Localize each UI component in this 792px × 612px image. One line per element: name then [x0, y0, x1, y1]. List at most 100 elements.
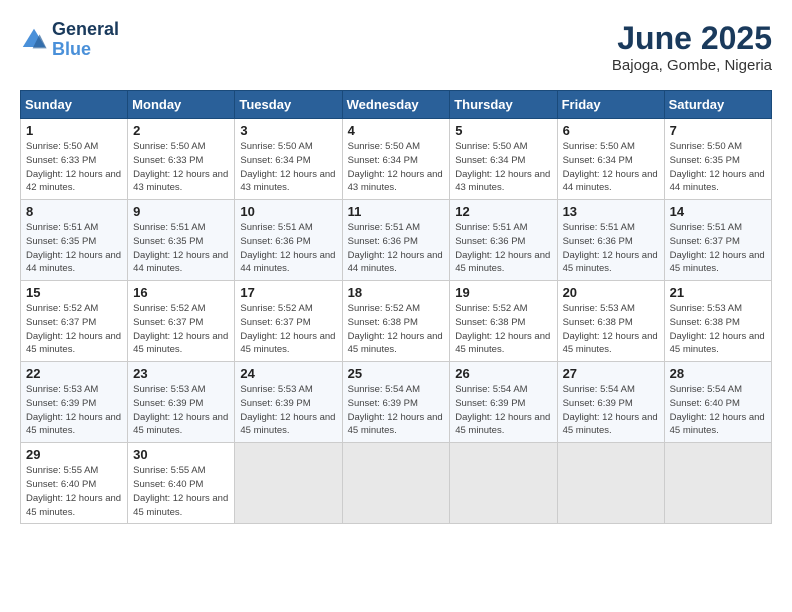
day-info: Sunrise: 5:51 AM Sunset: 6:35 PM Dayligh…: [26, 221, 122, 276]
day-number: 24: [240, 366, 336, 381]
daylight-label: Daylight: 12 hours and 45 minutes.: [133, 412, 228, 437]
sunset-label: Sunset: 6:34 PM: [563, 155, 633, 166]
day-info: Sunrise: 5:55 AM Sunset: 6:40 PM Dayligh…: [133, 464, 229, 519]
daylight-label: Daylight: 12 hours and 45 minutes.: [26, 493, 121, 518]
header-tuesday: Tuesday: [235, 91, 342, 119]
calendar-cell: 5 Sunrise: 5:50 AM Sunset: 6:34 PM Dayli…: [450, 119, 557, 200]
day-info: Sunrise: 5:54 AM Sunset: 6:39 PM Dayligh…: [563, 383, 659, 438]
sunrise-label: Sunrise: 5:50 AM: [455, 141, 527, 152]
sunset-label: Sunset: 6:36 PM: [348, 236, 418, 247]
calendar-cell: 18 Sunrise: 5:52 AM Sunset: 6:38 PM Dayl…: [342, 281, 450, 362]
calendar-cell: [664, 443, 771, 524]
day-info: Sunrise: 5:51 AM Sunset: 6:35 PM Dayligh…: [133, 221, 229, 276]
header-wednesday: Wednesday: [342, 91, 450, 119]
calendar-cell: 29 Sunrise: 5:55 AM Sunset: 6:40 PM Dayl…: [21, 443, 128, 524]
day-number: 20: [563, 285, 659, 300]
calendar-cell: 22 Sunrise: 5:53 AM Sunset: 6:39 PM Dayl…: [21, 362, 128, 443]
sunset-label: Sunset: 6:35 PM: [133, 236, 203, 247]
calendar-cell: 25 Sunrise: 5:54 AM Sunset: 6:39 PM Dayl…: [342, 362, 450, 443]
sunset-label: Sunset: 6:34 PM: [240, 155, 310, 166]
day-number: 12: [455, 204, 551, 219]
calendar-cell: 21 Sunrise: 5:53 AM Sunset: 6:38 PM Dayl…: [664, 281, 771, 362]
sunset-label: Sunset: 6:37 PM: [133, 317, 203, 328]
daylight-label: Daylight: 12 hours and 45 minutes.: [563, 331, 658, 356]
calendar-cell: 17 Sunrise: 5:52 AM Sunset: 6:37 PM Dayl…: [235, 281, 342, 362]
daylight-label: Daylight: 12 hours and 44 minutes.: [670, 169, 765, 194]
sunrise-label: Sunrise: 5:52 AM: [133, 303, 205, 314]
day-number: 23: [133, 366, 229, 381]
day-info: Sunrise: 5:51 AM Sunset: 6:36 PM Dayligh…: [348, 221, 445, 276]
day-number: 4: [348, 123, 445, 138]
calendar-week-row: 1 Sunrise: 5:50 AM Sunset: 6:33 PM Dayli…: [21, 119, 772, 200]
daylight-label: Daylight: 12 hours and 45 minutes.: [26, 331, 121, 356]
logo-text: General Blue: [52, 20, 119, 60]
sunrise-label: Sunrise: 5:50 AM: [240, 141, 312, 152]
day-info: Sunrise: 5:50 AM Sunset: 6:34 PM Dayligh…: [455, 140, 551, 195]
day-info: Sunrise: 5:54 AM Sunset: 6:40 PM Dayligh…: [670, 383, 766, 438]
calendar-cell: [342, 443, 450, 524]
daylight-label: Daylight: 12 hours and 43 minutes.: [455, 169, 550, 194]
daylight-label: Daylight: 12 hours and 45 minutes.: [133, 493, 228, 518]
calendar-cell: 10 Sunrise: 5:51 AM Sunset: 6:36 PM Dayl…: [235, 200, 342, 281]
day-number: 19: [455, 285, 551, 300]
calendar-week-row: 8 Sunrise: 5:51 AM Sunset: 6:35 PM Dayli…: [21, 200, 772, 281]
day-info: Sunrise: 5:51 AM Sunset: 6:36 PM Dayligh…: [240, 221, 336, 276]
day-number: 25: [348, 366, 445, 381]
sunset-label: Sunset: 6:36 PM: [455, 236, 525, 247]
sunset-label: Sunset: 6:34 PM: [348, 155, 418, 166]
daylight-label: Daylight: 12 hours and 43 minutes.: [133, 169, 228, 194]
daylight-label: Daylight: 12 hours and 45 minutes.: [670, 412, 765, 437]
calendar-cell: 7 Sunrise: 5:50 AM Sunset: 6:35 PM Dayli…: [664, 119, 771, 200]
sunrise-label: Sunrise: 5:53 AM: [563, 303, 635, 314]
daylight-label: Daylight: 12 hours and 45 minutes.: [348, 412, 443, 437]
day-number: 29: [26, 447, 122, 462]
sunset-label: Sunset: 6:40 PM: [26, 479, 96, 490]
day-number: 22: [26, 366, 122, 381]
sunrise-label: Sunrise: 5:52 AM: [240, 303, 312, 314]
daylight-label: Daylight: 12 hours and 44 minutes.: [133, 250, 228, 275]
day-number: 14: [670, 204, 766, 219]
sunrise-label: Sunrise: 5:52 AM: [348, 303, 420, 314]
day-info: Sunrise: 5:55 AM Sunset: 6:40 PM Dayligh…: [26, 464, 122, 519]
sunrise-label: Sunrise: 5:50 AM: [563, 141, 635, 152]
sunrise-label: Sunrise: 5:51 AM: [348, 222, 420, 233]
sunrise-label: Sunrise: 5:55 AM: [133, 465, 205, 476]
day-number: 27: [563, 366, 659, 381]
day-number: 13: [563, 204, 659, 219]
daylight-label: Daylight: 12 hours and 43 minutes.: [348, 169, 443, 194]
sunrise-label: Sunrise: 5:55 AM: [26, 465, 98, 476]
sunrise-label: Sunrise: 5:53 AM: [133, 384, 205, 395]
sunset-label: Sunset: 6:40 PM: [133, 479, 203, 490]
calendar-cell: 20 Sunrise: 5:53 AM Sunset: 6:38 PM Dayl…: [557, 281, 664, 362]
logo-icon: [20, 26, 48, 54]
sunrise-label: Sunrise: 5:50 AM: [348, 141, 420, 152]
day-info: Sunrise: 5:54 AM Sunset: 6:39 PM Dayligh…: [455, 383, 551, 438]
sunrise-label: Sunrise: 5:50 AM: [670, 141, 742, 152]
day-info: Sunrise: 5:53 AM Sunset: 6:39 PM Dayligh…: [240, 383, 336, 438]
sunset-label: Sunset: 6:33 PM: [26, 155, 96, 166]
header-monday: Monday: [128, 91, 235, 119]
sunrise-label: Sunrise: 5:52 AM: [455, 303, 527, 314]
sunset-label: Sunset: 6:35 PM: [26, 236, 96, 247]
day-number: 7: [670, 123, 766, 138]
header-friday: Friday: [557, 91, 664, 119]
sunset-label: Sunset: 6:38 PM: [348, 317, 418, 328]
day-info: Sunrise: 5:51 AM Sunset: 6:36 PM Dayligh…: [563, 221, 659, 276]
calendar-cell: 2 Sunrise: 5:50 AM Sunset: 6:33 PM Dayli…: [128, 119, 235, 200]
calendar-cell: [450, 443, 557, 524]
day-number: 30: [133, 447, 229, 462]
sunrise-label: Sunrise: 5:52 AM: [26, 303, 98, 314]
sunset-label: Sunset: 6:34 PM: [455, 155, 525, 166]
day-info: Sunrise: 5:53 AM Sunset: 6:39 PM Dayligh…: [133, 383, 229, 438]
daylight-label: Daylight: 12 hours and 45 minutes.: [670, 331, 765, 356]
calendar-week-row: 29 Sunrise: 5:55 AM Sunset: 6:40 PM Dayl…: [21, 443, 772, 524]
day-number: 8: [26, 204, 122, 219]
calendar-cell: 28 Sunrise: 5:54 AM Sunset: 6:40 PM Dayl…: [664, 362, 771, 443]
daylight-label: Daylight: 12 hours and 44 minutes.: [240, 250, 335, 275]
calendar-table: SundayMondayTuesdayWednesdayThursdayFrid…: [20, 90, 772, 524]
day-info: Sunrise: 5:50 AM Sunset: 6:33 PM Dayligh…: [133, 140, 229, 195]
sunrise-label: Sunrise: 5:50 AM: [133, 141, 205, 152]
calendar-cell: 14 Sunrise: 5:51 AM Sunset: 6:37 PM Dayl…: [664, 200, 771, 281]
daylight-label: Daylight: 12 hours and 42 minutes.: [26, 169, 121, 194]
calendar-week-row: 15 Sunrise: 5:52 AM Sunset: 6:37 PM Dayl…: [21, 281, 772, 362]
